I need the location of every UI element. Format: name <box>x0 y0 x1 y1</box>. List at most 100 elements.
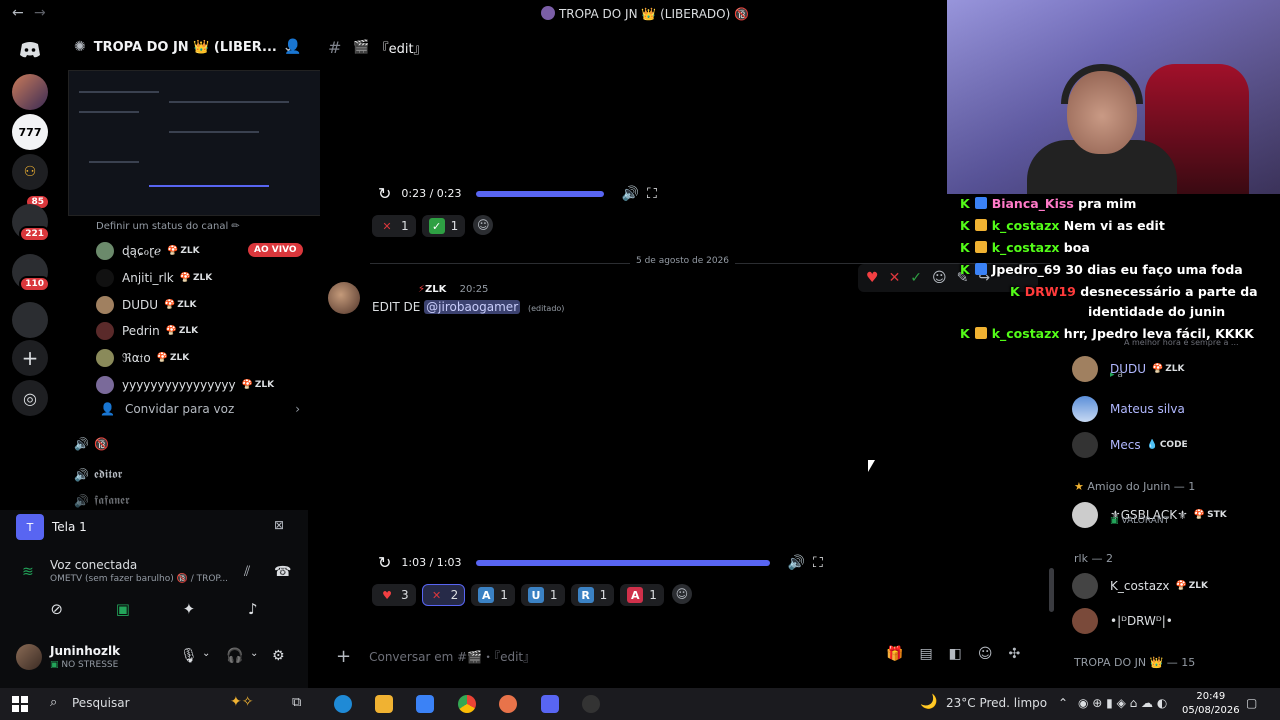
voice-user[interactable]: DUDU 🍄 ZLK <box>96 294 197 316</box>
video-progress[interactable] <box>475 190 604 197</box>
member-item[interactable]: K_costazx 🍄 ZLK <box>1072 573 1208 599</box>
clock[interactable]: 20:49 05/08/2026 <box>1182 690 1240 718</box>
explore-servers-icon[interactable]: ◎ <box>12 380 48 416</box>
signal-icon[interactable]: ≋ <box>22 564 34 580</box>
server-777[interactable]: 777 <box>12 114 48 150</box>
member-item[interactable]: Mecs 💧 CODE <box>1072 432 1188 458</box>
voice-channel[interactable]: 🔊 𝖊𝖉𝖎𝖙𝖔𝖗 <box>74 467 122 482</box>
stream-preview[interactable] <box>68 70 334 216</box>
apps-icon[interactable]: ✣ <box>1009 646 1021 662</box>
discord-taskbar-icon[interactable] <box>541 695 559 713</box>
mention[interactable]: @jirobaogamer <box>424 300 521 314</box>
reaction[interactable]: R1 <box>570 584 615 606</box>
voice-user[interactable]: yyyyyyyyyyyyyyyy 🍄 ZLK <box>96 374 274 396</box>
voice-user[interactable]: Anjiti_rlk 🍄 ZLK <box>96 267 212 289</box>
voice-user[interactable]: ɖąɕℴɽℯ 🍄 ZLK <box>96 240 200 262</box>
soundboard-icon[interactable]: ♪ <box>248 600 258 618</box>
add-server-icon[interactable]: + <box>12 340 48 376</box>
fullscreen-icon[interactable]: ⛶ <box>813 555 823 571</box>
fullscreen-icon[interactable]: ⛶ <box>647 186 657 202</box>
member-item[interactable]: ⚜GSBLACK⚜ 🍄 STK ▣ VALORANT <box>1072 502 1227 528</box>
user-tag: ⚡ZLK <box>418 284 447 295</box>
server-folder-4[interactable] <box>12 302 48 338</box>
taskbar-search[interactable]: Pesquisar <box>72 696 130 710</box>
volume-icon[interactable]: 🔊 <box>622 186 639 202</box>
notification-icon[interactable]: ▢ <box>1246 696 1257 710</box>
plus-icon[interactable]: + <box>336 646 351 667</box>
replay-icon[interactable]: ↻ <box>378 184 391 203</box>
user-avatar-server[interactable] <box>12 74 48 110</box>
add-reaction-icon[interactable]: ☺ <box>932 270 947 286</box>
member-item[interactable]: •|ᴰDRWᴰ|• <box>1072 608 1173 634</box>
disconnect-icon[interactable]: ☎ <box>274 564 291 580</box>
close-screen-icon[interactable]: ⊠ <box>274 518 284 532</box>
activities-icon[interactable]: ✦ <box>183 600 196 618</box>
gift-icon[interactable]: 🎁 <box>886 646 903 662</box>
x-icon[interactable]: ✕ <box>889 270 901 286</box>
reaction[interactable]: ✕ 1 <box>372 215 416 237</box>
add-member-icon[interactable]: 👤 <box>284 39 301 55</box>
file-explorer-icon[interactable] <box>375 695 393 713</box>
voice-channel[interactable]: 🔊 🔞 <box>74 437 109 451</box>
mic-icon[interactable]: 🎙 <box>180 648 198 664</box>
reaction[interactable]: ✕ 2 <box>421 584 466 606</box>
server-badge-holder[interactable]: 85 <box>12 172 50 210</box>
invite-to-voice[interactable]: 👤 Convidar para voz › <box>100 402 300 416</box>
share-screen-icon[interactable]: ▣ <box>116 600 130 618</box>
obs-icon[interactable] <box>582 695 600 713</box>
emoji-icon[interactable]: ☺ <box>978 646 993 662</box>
noise-suppression-icon[interactable]: ⫽ <box>244 564 250 580</box>
weather-text[interactable]: 23°C Pred. limpo <box>946 696 1047 710</box>
gear-icon[interactable]: ⚙ <box>272 648 285 664</box>
chevron-down-icon[interactable]: ⌄ <box>202 648 210 659</box>
server-folder-3[interactable]: 110 <box>12 254 50 292</box>
reaction[interactable]: A1 <box>620 584 664 606</box>
tray-icons[interactable]: ◉ ⊕ ▮ ◈ ⌂ ☁ ◐ <box>1078 696 1167 710</box>
overlay-chat-line: Kk_costazx hrr, Jpedro leva fácil, KKKK <box>960 326 1254 341</box>
edge-icon[interactable] <box>334 695 352 713</box>
chevron-down-icon[interactable]: ⌄ <box>250 648 258 659</box>
discord-home-icon[interactable] <box>12 32 48 68</box>
screen-share-row[interactable]: T Tela 1 <box>16 514 87 540</box>
add-reaction-icon[interactable]: ☺ <box>473 215 494 235</box>
reaction[interactable]: ♥ 3 <box>372 584 416 606</box>
voice-user[interactable]: Pedrin 🍄 ZLK <box>96 320 198 342</box>
add-reaction-icon[interactable]: ☺ <box>671 584 692 604</box>
server-folder-2[interactable]: 221 <box>12 204 50 242</box>
user-panel[interactable]: Juninhozlk ▣ NO STRESSE 🎙 ⌄ 🎧 ⌄ ⚙ <box>16 640 296 676</box>
member-item[interactable]: Mateus silva <box>1072 396 1185 422</box>
headphones-icon[interactable]: 🎧 <box>226 648 243 664</box>
member-item[interactable]: DUDU 🍄 ZLK ▸ a <box>1072 356 1185 382</box>
gif-icon[interactable]: ▤ <box>919 646 932 662</box>
reaction[interactable]: A1 <box>471 584 515 606</box>
replay-icon[interactable]: ↻ <box>378 553 391 572</box>
check-icon[interactable]: ✓ <box>910 270 922 286</box>
server-name: TROPA DO JN 👑 (LIBER... <box>93 39 277 55</box>
channel-status-prompt[interactable]: Definir um status do canal ✏ <box>96 221 240 232</box>
camera-off-icon[interactable]: ⊘ <box>50 600 63 618</box>
member-activity: ▣ VALORANT <box>1110 516 1170 526</box>
heart-icon[interactable]: ♥ <box>866 270 879 286</box>
tray-overflow-icon[interactable]: ⌃ <box>1058 696 1068 710</box>
volume-icon[interactable]: 🔊 <box>788 555 805 571</box>
sparkle-icon[interactable]: ✦✧ <box>230 694 253 710</box>
app-icon[interactable] <box>499 695 517 713</box>
task-view-icon[interactable]: ⧉ <box>292 695 301 710</box>
avatar <box>1072 396 1098 422</box>
server-header[interactable]: ✺ TROPA DO JN 👑 (LIBER... ⌄ 👤 <box>60 28 320 66</box>
windows-start-icon[interactable] <box>12 696 28 712</box>
sticker-icon[interactable]: ◧ <box>949 646 962 662</box>
reaction[interactable]: U1 <box>520 584 565 606</box>
chrome-icon[interactable] <box>458 695 476 713</box>
reaction[interactable]: ✓ 1 <box>421 215 466 237</box>
search-icon[interactable]: ⌕ <box>50 695 57 710</box>
message-avatar[interactable] <box>328 282 360 314</box>
video-progress[interactable] <box>475 559 770 566</box>
store-icon[interactable] <box>416 695 434 713</box>
username: Juninhozlk <box>50 644 121 658</box>
voice-user[interactable]: ℜα𝔱ο 🍄 ZLK <box>96 347 189 369</box>
message-input[interactable]: Conversar em #🎬・『edit』 <box>369 648 535 665</box>
member-list-scrollbar[interactable] <box>1049 568 1054 612</box>
voice-channel-path[interactable]: OMETV (sem fazer barulho) 🔞 / TROP... <box>50 574 228 584</box>
voice-channel[interactable]: 🔊 𝖋𝖆𝖋𝖆𝖓𝖊𝖗 <box>74 493 130 508</box>
